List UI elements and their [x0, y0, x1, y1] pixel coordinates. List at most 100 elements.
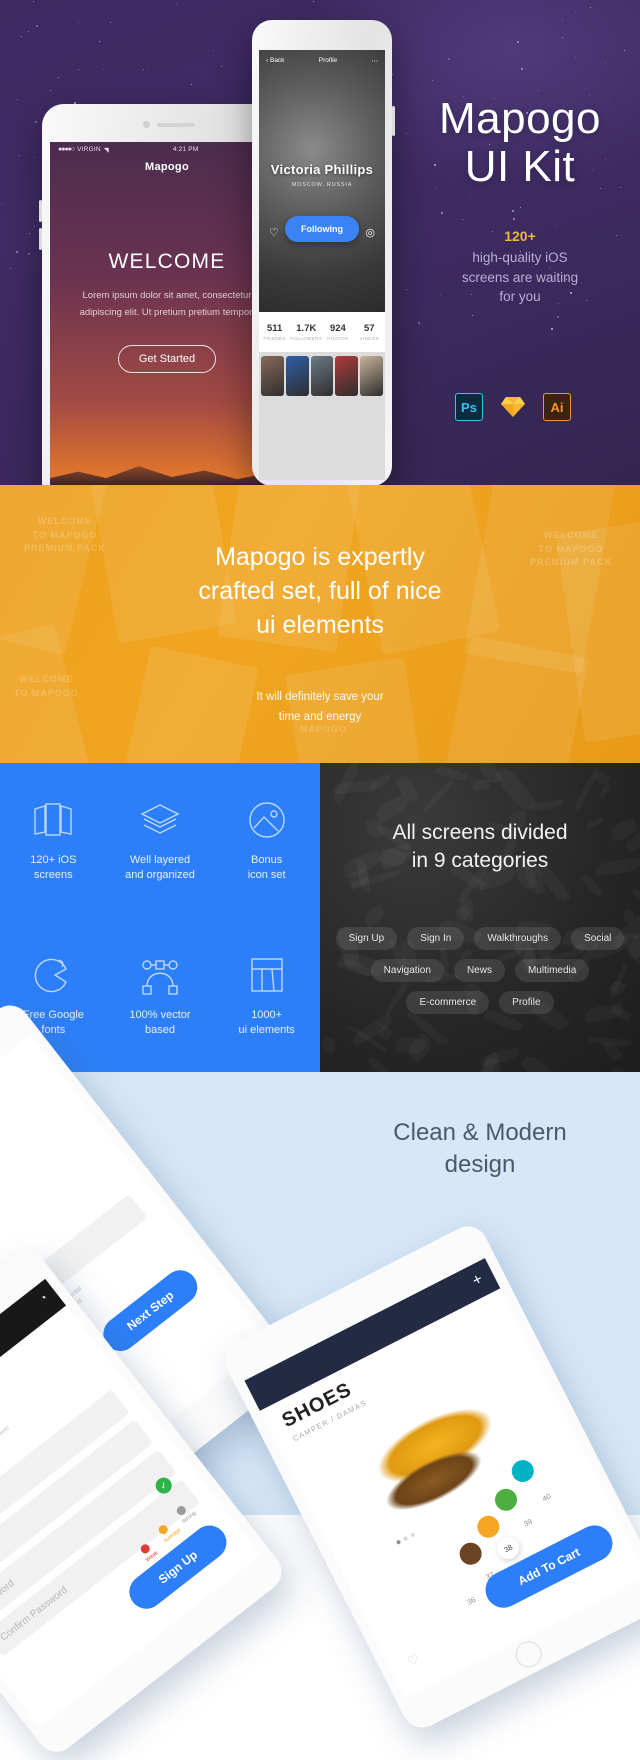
- category-chip[interactable]: News: [453, 959, 505, 982]
- product-image: [334, 1365, 536, 1541]
- font-icon: [30, 952, 76, 998]
- image-icon: [244, 797, 290, 843]
- volume-up-button[interactable]: [39, 200, 42, 222]
- sketch-badge: [499, 393, 527, 421]
- friend-avatar[interactable]: [285, 356, 309, 396]
- welcome-content: WELCOME Lorem ipsum dolor sit amet, cons…: [50, 250, 284, 374]
- category-chip[interactable]: Sign Up: [335, 927, 398, 950]
- leaf-shape: [520, 1052, 560, 1072]
- stat-label: PHOTOS: [327, 336, 349, 341]
- size-option[interactable]: 36: [466, 1595, 478, 1607]
- feature-ui-elements: 1000+ ui elements: [213, 918, 320, 1073]
- status-bar: ●●●●○ VIRGIN ◥ 4:21 PM 22%: [50, 142, 284, 157]
- following-button[interactable]: Following: [285, 216, 359, 242]
- stat-value: 924: [329, 323, 346, 334]
- clock-label: 4:21 PM: [172, 146, 199, 153]
- stat-value: 511: [267, 323, 283, 334]
- profile-stats: 511 FRIENDS 1.7K FOLLOWERS 924 PHOTOS 57 VIDEOS: [259, 312, 385, 352]
- feature-label-5a: 100% vector: [129, 1008, 191, 1021]
- feature-label-2a: Well layered: [129, 854, 191, 867]
- shoes-home-button[interactable]: [511, 1636, 547, 1672]
- leaf-shape: [494, 764, 537, 814]
- stat-label: FRIENDS: [263, 336, 286, 341]
- profile-name: Victoria Phillips: [270, 162, 374, 177]
- profile-stat: 924 PHOTOS: [322, 323, 353, 341]
- clean-heading: Clean & Modern design: [330, 1117, 630, 1182]
- categories-heading-line2: in 9 categories: [411, 849, 549, 873]
- categories-section: All screens divided in 9 categories Sign…: [320, 763, 640, 1072]
- power-button[interactable]: [392, 106, 395, 136]
- size-option[interactable]: 39: [522, 1517, 534, 1529]
- feature-label-5b: based: [144, 1023, 175, 1036]
- leaf-shape: [581, 873, 603, 897]
- options-icon[interactable]: ◎: [365, 226, 375, 239]
- profile-more-icon[interactable]: ⋯: [372, 57, 379, 65]
- profile-location: MOSCOW, RUSSIA: [291, 182, 353, 188]
- category-chip[interactable]: Walkthroughs: [474, 927, 562, 950]
- size-option[interactable]: 40: [541, 1492, 553, 1504]
- size-option-selected[interactable]: 38: [493, 1533, 523, 1563]
- leaf-shape: [367, 1055, 389, 1072]
- leaf-shape: [367, 774, 392, 792]
- category-chip[interactable]: Social: [571, 927, 625, 950]
- add-to-cart-button[interactable]: Add To Cart: [479, 1519, 619, 1614]
- feature-vector: 100% vector based: [107, 918, 214, 1073]
- vector-pen-icon: [137, 952, 183, 998]
- mountain-silhouette: [50, 466, 284, 485]
- nav-title: Mapogo: [145, 161, 189, 173]
- friend-avatar[interactable]: [335, 356, 359, 396]
- speaker-bar: [157, 123, 195, 127]
- hero-text-block: Mapogo UI Kit 120+ high-quality iOS scre…: [410, 95, 630, 307]
- wifi-icon: ◥: [103, 146, 109, 154]
- welcome-heading: WELCOME: [108, 250, 226, 273]
- profile-stat: 511 FRIENDS: [259, 323, 290, 341]
- category-chip[interactable]: Sign In: [407, 927, 465, 950]
- leaf-shape: [320, 1036, 337, 1053]
- back-button[interactable]: ‹ Back: [266, 57, 284, 65]
- feature-label-1b: screens: [34, 869, 73, 882]
- like-icon[interactable]: ♡: [269, 226, 279, 239]
- friend-avatar[interactable]: [310, 356, 334, 396]
- hero-section: ●●●●○ VIRGIN ◥ 4:21 PM 22% Mapogo WELCOM…: [0, 0, 640, 485]
- clean-heading-line2: design: [444, 1151, 516, 1179]
- tagline-line1: Mapogo is expertly: [215, 543, 425, 571]
- category-chip[interactable]: Multimedia: [514, 959, 590, 982]
- get-started-button[interactable]: Get Started: [117, 345, 217, 374]
- clean-heading-line1: Clean & Modern: [393, 1119, 567, 1146]
- hero-title-line1: Mapogo: [438, 94, 601, 143]
- color-swatch[interactable]: [491, 1484, 521, 1515]
- hero-sub-line2: screens are waiting: [461, 269, 579, 285]
- tagline-sub-line2: time and energy: [278, 710, 362, 723]
- tagline-section: WELCOME TO MAPOGO PREMIUM PACK WELCOME TO M…: [0, 485, 640, 763]
- category-chip[interactable]: Navigation: [370, 959, 444, 982]
- add-icon[interactable]: +: [470, 1271, 486, 1291]
- feature-layers: Well layered and organized: [107, 763, 214, 918]
- features-grid: 120+ iOS screens Well layered and organi…: [0, 763, 320, 1072]
- carrier-label: VIRGIN: [77, 146, 101, 153]
- color-swatch[interactable]: [455, 1538, 486, 1569]
- profile-stat: 57 VIDEOS: [354, 323, 385, 341]
- friend-avatar[interactable]: [261, 356, 284, 396]
- color-swatch[interactable]: [473, 1511, 504, 1542]
- feature-label-6a: 1000+: [251, 1008, 283, 1021]
- friend-avatars: [259, 356, 385, 396]
- category-chip[interactable]: E-commerce: [406, 991, 490, 1014]
- volume-down-button[interactable]: [39, 228, 42, 250]
- stat-value: 57: [364, 323, 375, 334]
- favorite-icon[interactable]: ♡: [405, 1650, 423, 1670]
- profile-title: Profile: [318, 57, 338, 64]
- hero-sub-line3: for you: [499, 289, 541, 305]
- stat-label: VIDEOS: [359, 336, 379, 341]
- notification-icon[interactable]: ◔: [38, 1292, 51, 1306]
- tagline-sub-line1: It will definitely save your: [256, 691, 384, 704]
- leaf-shape: [597, 783, 610, 799]
- layers-icon: [137, 797, 183, 843]
- carousel-dots: [395, 1532, 416, 1545]
- categories-heading-line1: All screens divided: [392, 821, 568, 844]
- category-chip[interactable]: Profile: [499, 991, 554, 1014]
- friend-avatar[interactable]: [360, 356, 383, 396]
- tagline-line2: crafted set, full of nice: [198, 576, 442, 605]
- next-step-button[interactable]: Next Step: [96, 1263, 205, 1358]
- welcome-body: Lorem ipsum dolor sit amet, consectetur …: [79, 290, 255, 318]
- tagline-line3: ui elements: [256, 610, 384, 639]
